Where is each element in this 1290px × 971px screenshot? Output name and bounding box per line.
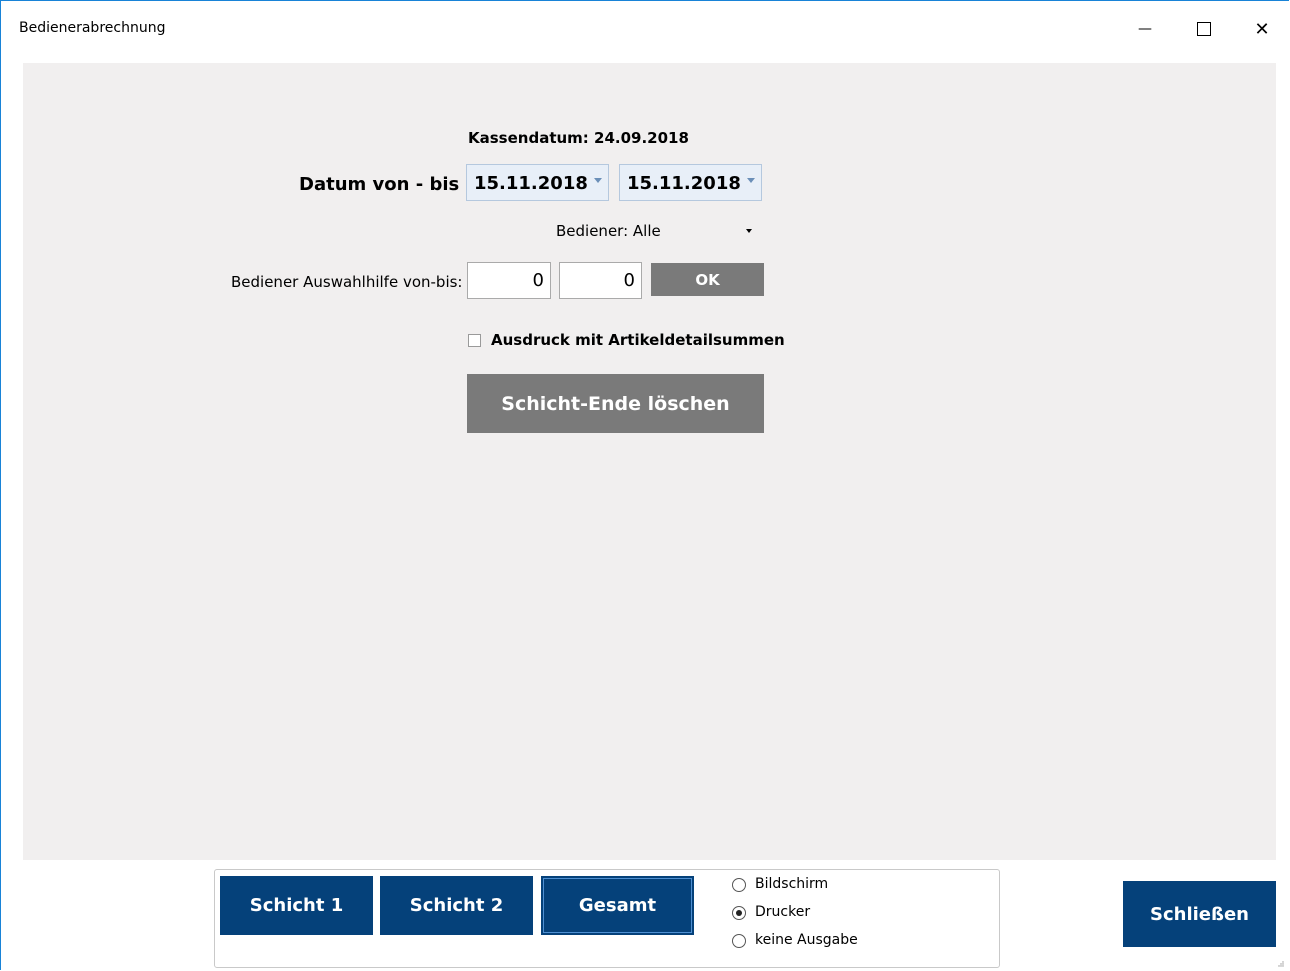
resize-grip-icon[interactable] — [1278, 961, 1284, 967]
ok-button[interactable]: OK — [651, 263, 764, 296]
close-window-button[interactable]: ✕ — [1239, 11, 1285, 47]
maximize-button[interactable] — [1181, 11, 1227, 47]
auswahlhilfe-label: Bediener Auswahlhilfe von-bis: — [231, 273, 463, 291]
date-from-picker[interactable]: 15.11.2018 — [466, 164, 609, 201]
chevron-down-icon[interactable] — [594, 178, 602, 183]
radio-drucker[interactable] — [732, 906, 746, 920]
date-to-picker[interactable]: 15.11.2018 — [619, 164, 762, 201]
schicht-ende-loeschen-button[interactable]: Schicht-Ende löschen — [467, 374, 764, 433]
bediener-select[interactable]: Bediener: Alle — [556, 222, 661, 240]
close-icon: ✕ — [1254, 18, 1270, 40]
minimize-button[interactable]: — — [1122, 11, 1168, 47]
artikeldetail-checkbox[interactable] — [468, 334, 481, 347]
chevron-down-icon[interactable] — [746, 229, 752, 233]
kassendatum-label: Kassendatum: 24.09.2018 — [468, 129, 689, 147]
schliessen-button[interactable]: Schließen — [1123, 881, 1276, 947]
date-to-value: 15.11.2018 — [627, 173, 741, 194]
auswahl-bis-field[interactable]: 0 — [559, 262, 642, 299]
maximize-icon — [1197, 22, 1211, 36]
radio-keine-ausgabe-label[interactable]: keine Ausgabe — [755, 932, 858, 948]
window-title: Bedienerabrechnung — [19, 20, 166, 36]
radio-keine-ausgabe[interactable] — [732, 934, 746, 948]
date-from-value: 15.11.2018 — [474, 173, 588, 194]
minimize-icon: — — [1138, 21, 1152, 37]
chevron-down-icon[interactable] — [747, 178, 755, 183]
gesamt-button[interactable]: Gesamt — [541, 876, 694, 935]
artikeldetail-checkbox-label[interactable]: Ausdruck mit Artikeldetailsummen — [491, 331, 785, 349]
radio-bildschirm-label[interactable]: Bildschirm — [755, 876, 828, 892]
radio-bildschirm[interactable] — [732, 878, 746, 892]
datum-label: Datum von - bis — [299, 174, 460, 195]
auswahl-von-field[interactable]: 0 — [467, 262, 551, 299]
schicht2-button[interactable]: Schicht 2 — [380, 876, 533, 935]
radio-drucker-label[interactable]: Drucker — [755, 904, 810, 920]
schicht1-button[interactable]: Schicht 1 — [220, 876, 373, 935]
